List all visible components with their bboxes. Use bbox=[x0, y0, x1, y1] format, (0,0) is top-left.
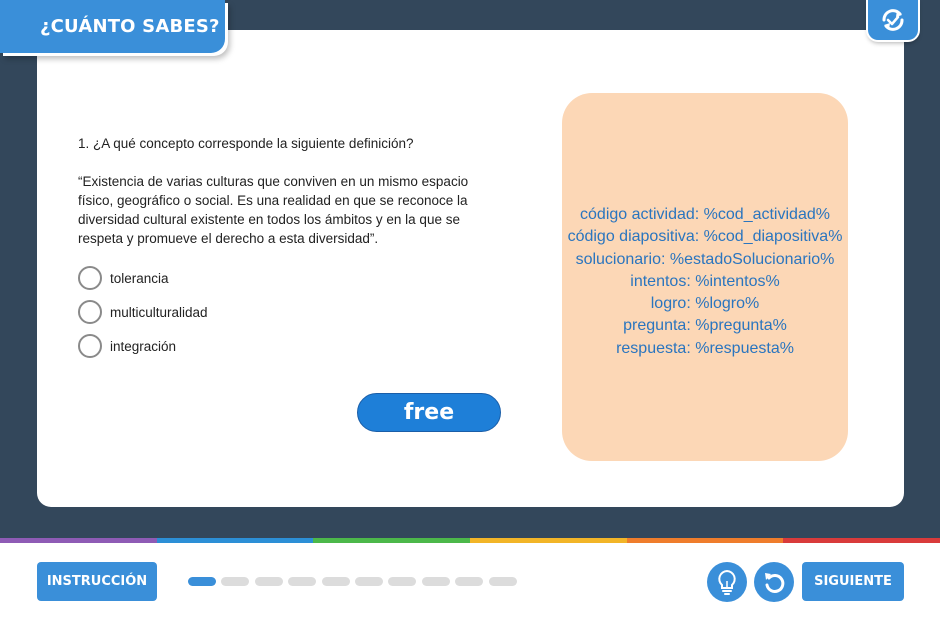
info-line-question: pregunta: %pregunta% bbox=[623, 317, 787, 335]
progress-dot bbox=[421, 577, 450, 586]
page-title: ¿CUÁNTO SABES? bbox=[40, 16, 220, 37]
undo-button[interactable] bbox=[754, 562, 794, 602]
free-button[interactable]: free bbox=[357, 393, 501, 432]
title-tab: ¿CUÁNTO SABES? bbox=[0, 0, 225, 53]
next-button[interactable]: SIGUIENTE bbox=[802, 562, 904, 601]
info-line-answer: respuesta: %respuesta% bbox=[616, 339, 794, 357]
info-line-slide-code: código diapositiva: %cod_diapositiva% bbox=[567, 228, 843, 246]
option-label: integración bbox=[110, 338, 177, 354]
progress-indicator bbox=[188, 577, 522, 586]
progress-dot bbox=[254, 577, 283, 586]
option-multiculturalidad[interactable]: multiculturalidad bbox=[78, 299, 208, 325]
lightbulb-icon bbox=[718, 569, 736, 595]
progress-dot bbox=[455, 577, 484, 586]
radio-button[interactable] bbox=[78, 300, 102, 324]
info-line-activity-code: código actividad: %cod_actividad% bbox=[580, 205, 830, 223]
info-panel: código actividad: %cod_actividad% código… bbox=[562, 93, 848, 461]
option-label: multiculturalidad bbox=[110, 304, 208, 320]
option-label: tolerancia bbox=[110, 270, 169, 286]
progress-dot bbox=[388, 577, 417, 586]
question-definition: “Existencia de varias culturas que convi… bbox=[78, 174, 469, 246]
option-integracion[interactable]: integración bbox=[78, 333, 176, 359]
hint-button[interactable] bbox=[707, 562, 747, 602]
progress-dot bbox=[288, 577, 317, 586]
refresh-button[interactable] bbox=[868, 0, 918, 40]
progress-dot bbox=[354, 577, 383, 586]
progress-dot bbox=[488, 577, 517, 586]
info-line-achievement: logro: %logro% bbox=[650, 295, 760, 313]
progress-dot bbox=[221, 577, 250, 586]
radio-button[interactable] bbox=[78, 334, 102, 358]
refresh-icon bbox=[882, 9, 904, 31]
progress-dot-active bbox=[188, 577, 216, 586]
info-line-attempts: intentos: %intentos% bbox=[630, 272, 780, 290]
instruction-button[interactable]: INSTRUCCIÓN bbox=[37, 562, 157, 601]
info-line-solution: solucionario: %estadoSolucionario% bbox=[575, 250, 835, 268]
option-tolerancia[interactable]: tolerancia bbox=[78, 265, 169, 291]
radio-button[interactable] bbox=[78, 266, 102, 290]
undo-icon bbox=[765, 573, 785, 593]
question-prompt: 1. ¿A qué concepto corresponde la siguie… bbox=[78, 136, 414, 151]
progress-dot bbox=[321, 577, 350, 586]
